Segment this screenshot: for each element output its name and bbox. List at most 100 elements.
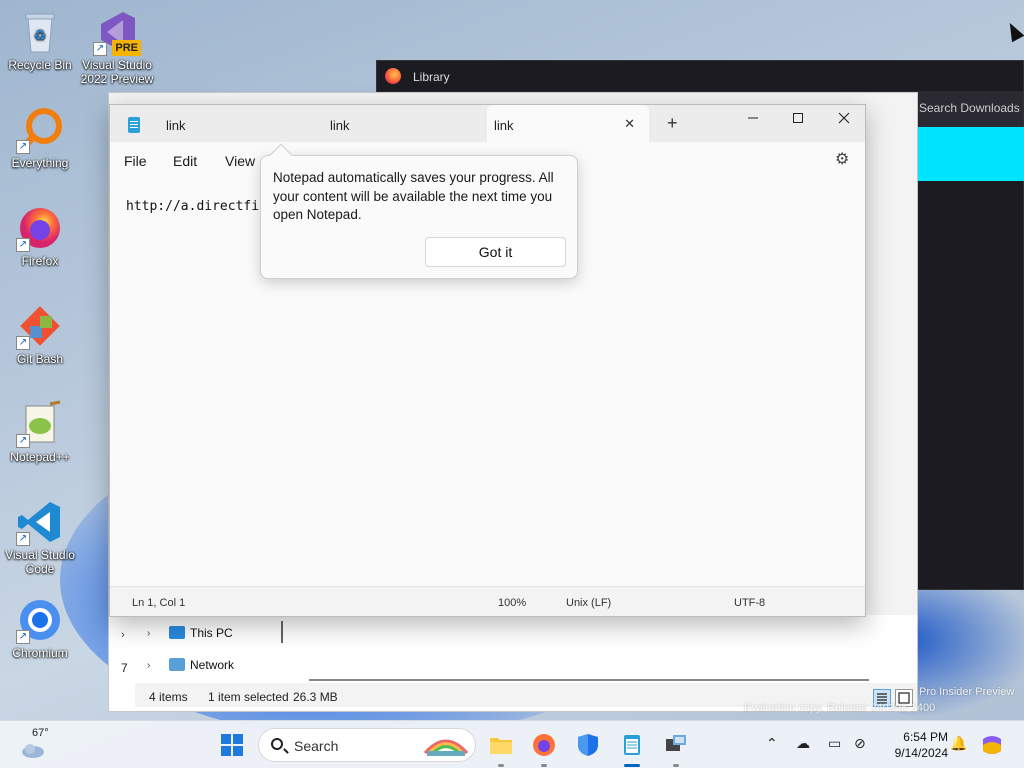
minimize-button[interactable] — [730, 105, 776, 135]
maximize-button[interactable] — [775, 105, 821, 135]
nav-item-network[interactable]: › Network — [135, 652, 285, 680]
firefox-icon: ↗ — [16, 204, 64, 252]
desktop-icon-label: Git Bash — [16, 352, 64, 366]
got-it-button[interactable]: Got it — [425, 237, 566, 267]
weather-widget[interactable]: 67° — [20, 727, 60, 763]
notepad-statusbar: Ln 1, Col 1 100% Unix (LF) UTF-8 — [110, 586, 865, 616]
show-hidden-icons-chevron-icon[interactable]: ⌃ — [766, 735, 778, 752]
shield-icon — [578, 734, 598, 756]
new-tab-button[interactable]: + — [667, 113, 678, 134]
menu-edit[interactable]: Edit — [173, 153, 197, 169]
taskbar-remote-desktop[interactable] — [664, 733, 688, 757]
editor-content: http://a.directfi — [126, 199, 260, 214]
notepad-icon — [128, 117, 140, 133]
recycle-bin-icon: ♻ — [16, 8, 64, 56]
network-icon — [169, 658, 185, 671]
tab-link-2[interactable]: link — [310, 105, 486, 142]
nav-item-this-pc[interactable]: › This PC — [135, 620, 285, 648]
desktop-icon-label: Visual Studio Code — [5, 548, 75, 576]
explorer-collapse-chevron-icon[interactable]: › — [121, 629, 125, 641]
shortcut-arrow-icon: ↗ — [16, 630, 30, 644]
taskbar: 67° Search ⌃ ☁ ▭ ⊘ 6:54 PM 9/14/2024 🔔 — [0, 720, 1024, 768]
taskbar-notepad[interactable] — [620, 733, 644, 757]
desktop-icon-chromium[interactable]: ↗ Chromium — [0, 596, 80, 660]
desktop-icon-notepad-plus-plus[interactable]: ↗ Notepad++ — [0, 400, 80, 464]
taskbar-clock[interactable]: 6:54 PM 9/14/2024 — [876, 729, 948, 761]
taskbar-search-label: Search — [294, 738, 339, 754]
copilot-icon — [983, 736, 1001, 754]
tab-label: link — [166, 118, 186, 133]
tab-link-1[interactable]: link — [110, 105, 310, 142]
watermark-build: Evaluation copy. Release 240308-1400 — [744, 702, 936, 714]
start-button[interactable] — [220, 733, 244, 757]
desktop-icon-label: Everything — [11, 156, 69, 170]
computer-icon — [169, 626, 185, 639]
shortcut-arrow-icon: ↗ — [16, 532, 30, 546]
tab-link-3[interactable]: link ✕ — [487, 105, 649, 142]
taskbar-file-explorer[interactable] — [489, 733, 513, 757]
windows-logo-icon — [221, 734, 243, 756]
visual-studio-icon: PRE ↗ — [93, 8, 141, 56]
close-window-button[interactable] — [821, 105, 867, 135]
remote-desktop-icon — [666, 735, 686, 751]
library-title: Library — [413, 70, 450, 84]
firefox-icon — [533, 734, 555, 756]
shortcut-arrow-icon: ↗ — [16, 238, 30, 252]
taskbar-firefox[interactable] — [532, 733, 556, 757]
menu-file[interactable]: File — [124, 153, 147, 169]
close-tab-icon[interactable]: ✕ — [624, 116, 635, 132]
library-titlebar[interactable]: Library — [377, 61, 1023, 91]
shortcut-arrow-icon: ↗ — [16, 434, 30, 448]
line-ending: Unix (LF) — [566, 597, 612, 609]
clock-date: 9/14/2024 — [894, 746, 948, 760]
desktop-icon-everything[interactable]: ↗ Everything — [0, 106, 80, 170]
desktop-icon-label: Firefox — [21, 254, 59, 268]
taskbar-windows-security[interactable] — [576, 733, 600, 757]
onedrive-offline-icon[interactable]: ☁ — [796, 735, 810, 752]
running-indicator — [541, 764, 547, 767]
search-icon — [271, 738, 283, 750]
cursor-position: Ln 1, Col 1 — [132, 597, 186, 609]
desktop-icon-label: Recycle Bin — [8, 58, 72, 72]
copilot-button[interactable] — [980, 733, 1004, 757]
desktop-icon-recycle-bin[interactable]: ♻ Recycle Bin — [0, 8, 80, 72]
tab-label: link — [494, 118, 514, 133]
zoom-level: 100% — [498, 597, 527, 609]
shortcut-arrow-icon: ↗ — [16, 336, 30, 350]
horizontal-scrollbar[interactable] — [309, 679, 869, 681]
item-count: 4 items — [149, 690, 188, 704]
shortcut-arrow-icon: ↗ — [93, 42, 107, 56]
chromium-icon: ↗ — [16, 596, 64, 644]
autosave-teaching-tip: Notepad automatically saves your progres… — [260, 143, 578, 279]
search-highlight-icon — [423, 739, 469, 756]
nav-item-label: This PC — [190, 626, 233, 640]
desktop-icon-label: Chromium — [12, 646, 68, 660]
menu-view[interactable]: View — [225, 153, 255, 169]
selection-size: 26.3 MB — [293, 690, 338, 704]
display-icon[interactable]: ▭ — [828, 735, 841, 752]
taskbar-search-box[interactable]: Search — [258, 728, 476, 762]
encoding: UTF-8 — [734, 597, 766, 609]
explorer-side-count: 7 — [121, 661, 128, 675]
running-indicator — [498, 764, 504, 767]
svg-text:♻: ♻ — [34, 27, 47, 43]
notepad-tabbar: link link link ✕ + — [110, 105, 865, 142]
desktop-icon-firefox[interactable]: ↗ Firefox — [0, 204, 80, 268]
network-disconnected-icon[interactable]: ⊘ — [854, 735, 866, 752]
desktop-icon-git-bash[interactable]: ↗ Git Bash — [0, 302, 80, 366]
chevron-right-icon: › — [147, 660, 151, 671]
running-indicator — [673, 764, 679, 767]
preview-badge: PRE — [112, 40, 141, 56]
desktop-icon-visual-studio-2022-preview[interactable]: PRE ↗ Visual Studio 2022 Preview — [77, 8, 157, 86]
everything-search-icon: ↗ — [16, 106, 64, 154]
folder-icon — [490, 738, 512, 754]
weather-temperature: 67° — [32, 727, 49, 739]
cloud-icon — [22, 744, 44, 758]
firefox-icon — [385, 68, 401, 84]
notification-bell-icon[interactable]: 🔔 — [950, 735, 967, 752]
settings-gear-icon[interactable]: ⚙ — [835, 152, 851, 168]
chevron-right-icon: › — [147, 628, 151, 639]
mouse-cursor — [1003, 19, 1024, 43]
desktop-icon-vscode[interactable]: ↗ Visual Studio Code — [0, 498, 80, 576]
pane-splitter[interactable] — [281, 621, 283, 643]
